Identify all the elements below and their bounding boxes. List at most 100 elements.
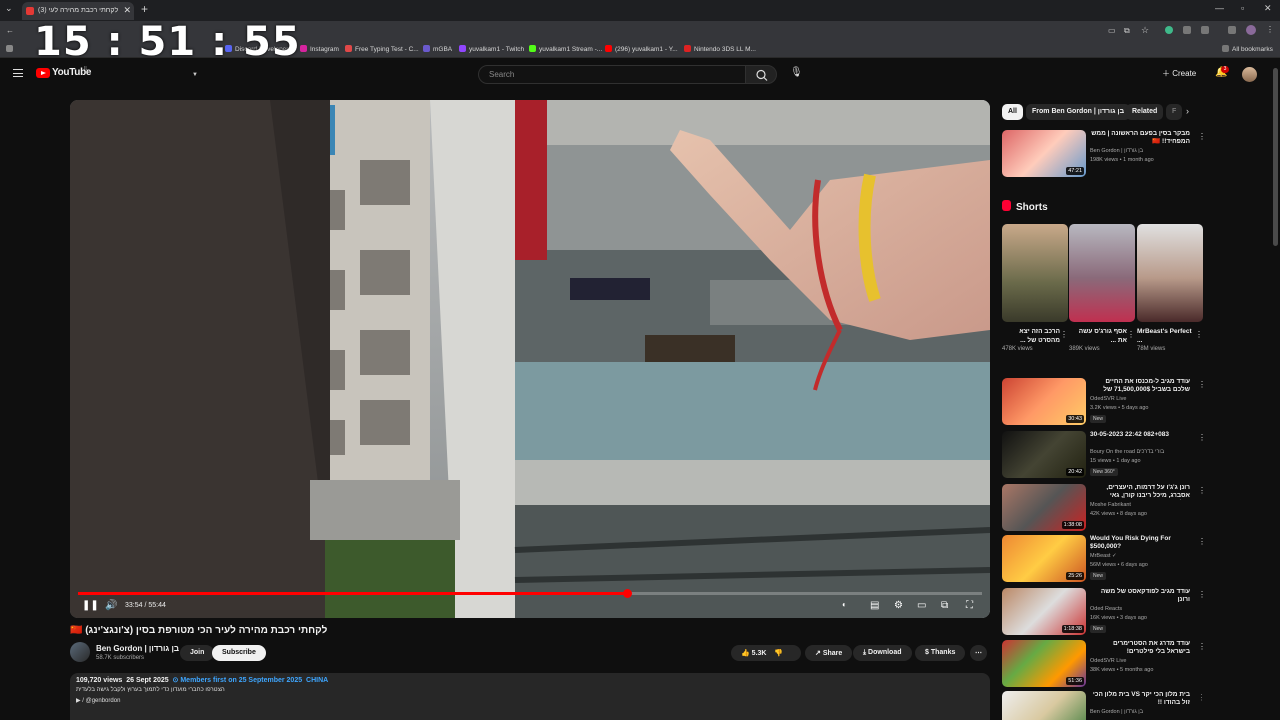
recommended-video[interactable]: בית מלון הכי יקר VS בית מלון הכי זול בהו…	[1002, 691, 1202, 720]
more-options-icon[interactable]: ⋮	[1198, 642, 1206, 651]
profile-avatar[interactable]	[1246, 25, 1256, 35]
extension-icon[interactable]	[1183, 26, 1191, 34]
subtitles-icon[interactable]: ▤	[870, 600, 879, 611]
more-options-icon[interactable]: ⋮	[1198, 590, 1206, 599]
video-thumbnail[interactable]: 1:38:08	[1002, 484, 1086, 531]
bookmark-item[interactable]: yuvalkam1 - Twitch	[459, 45, 524, 53]
bookmark-item[interactable]: (296) yuvalkam1 - Y...	[605, 45, 678, 53]
short-item[interactable]: אסף גורג'ס עשה את ... 389K views ⋮	[1069, 224, 1135, 352]
video-thumbnail[interactable]	[1002, 691, 1086, 720]
description-handle[interactable]: ▶ / @genbordon	[76, 697, 120, 704]
download-button[interactable]: ⤓ Download	[853, 645, 912, 661]
more-options-icon[interactable]: ⋮	[1198, 537, 1206, 546]
description-box[interactable]: 109,720 views 26 Sept 2025 ⊙ Members fir…	[70, 673, 990, 720]
fullscreen-icon[interactable]: ⛶	[966, 600, 973, 611]
bookmark-item[interactable]: yuvalkam1 Stream -...	[529, 45, 602, 53]
shorts-header: Shorts	[1002, 200, 1048, 213]
video-thumbnail[interactable]: 30:43	[1002, 378, 1086, 425]
description-stats: 109,720 views 26 Sept 2025 ⊙ Members fir…	[76, 677, 329, 684]
new-tab-icon[interactable]: +	[141, 2, 148, 16]
chip-from-channel[interactable]: From Ben Gordon | בן גורדון	[1026, 104, 1131, 120]
extensions-puzzle-icon[interactable]	[1201, 26, 1209, 34]
close-tab-icon[interactable]: ✕	[123, 5, 131, 16]
youtube-logo-icon[interactable]	[36, 68, 50, 78]
hashtag-link[interactable]: CHINA	[306, 677, 328, 684]
video-thumbnail[interactable]: 47:21	[1002, 130, 1086, 177]
more-options-icon[interactable]: ⋮	[1195, 330, 1203, 339]
video-thumbnail[interactable]: 25:26	[1002, 535, 1086, 582]
share-button[interactable]: ↗ Share	[805, 645, 853, 661]
dislike-icon[interactable]: 👎	[774, 650, 783, 657]
more-options-icon[interactable]: ⋮	[1198, 486, 1206, 495]
like-icon[interactable]: 👍	[741, 650, 750, 657]
chip-related[interactable]: Related	[1126, 104, 1164, 120]
sidepanel-icon[interactable]	[1228, 26, 1236, 34]
video-title: לקחתי רכבת מהירה לעיר הכי מטורפת בסין (צ…	[70, 625, 328, 636]
search-button[interactable]	[745, 65, 777, 84]
short-thumbnail[interactable]	[1069, 224, 1135, 322]
search-input[interactable]: Search	[478, 65, 746, 84]
bookmark-item[interactable]: Free Typing Test - C...	[345, 45, 419, 53]
autoplay-toggle-icon[interactable]: ◐	[842, 600, 847, 609]
tab-search-icon[interactable]: ⌄	[5, 3, 13, 14]
new-badge: New 360°	[1090, 468, 1118, 476]
extension-icon[interactable]	[1165, 26, 1173, 34]
close-window-icon[interactable]: ✕	[1264, 3, 1272, 14]
browser-menu-icon[interactable]: ⋮	[1266, 25, 1274, 34]
progress-played	[78, 592, 628, 595]
microphone-icon[interactable]: 🎙	[790, 67, 803, 78]
youtube-favicon-icon	[26, 7, 34, 15]
more-actions-icon[interactable]: ⋯	[970, 645, 987, 661]
cast-icon[interactable]: ▭	[1108, 26, 1116, 35]
video-thumbnail[interactable]: 1:18:38	[1002, 588, 1086, 635]
maximize-icon[interactable]: ▫	[1241, 3, 1244, 13]
channel-name[interactable]: Ben Gordon | בן גורדון	[96, 644, 179, 653]
short-item[interactable]: הרכב הזה יצא מהסרט של ... 478K views ⋮	[1002, 224, 1068, 352]
menu-icon[interactable]	[13, 69, 23, 77]
more-options-icon[interactable]: ⋮	[1198, 132, 1206, 141]
subscribe-button[interactable]: Subscribe	[212, 645, 266, 661]
browser-tab-title: (3) לקחתי רכבת מהירה לעי	[38, 7, 119, 14]
translate-icon[interactable]: ⧉	[1124, 26, 1130, 36]
video-thumbnail[interactable]: 51:36	[1002, 640, 1086, 687]
more-options-icon[interactable]: ⋮	[1198, 693, 1202, 702]
account-avatar[interactable]	[1242, 67, 1257, 82]
video-thumbnail[interactable]: 20:42	[1002, 431, 1086, 478]
chip-all[interactable]: All	[1002, 104, 1023, 120]
volume-icon[interactable]: 🔊	[105, 600, 117, 611]
bookmark-item[interactable]: mGBA	[423, 45, 452, 53]
browser-tab[interactable]: (3) לקחתי רכבת מהירה לעי ✕	[22, 2, 134, 20]
back-icon[interactable]: ←	[6, 26, 14, 35]
apps-icon[interactable]	[6, 45, 16, 53]
more-options-icon[interactable]: ⋮	[1198, 380, 1206, 389]
more-options-icon[interactable]: ⋮	[1127, 330, 1135, 339]
video-player[interactable]: ❚❚ 🔊 33:54 / 55:44 ◐ ▤ ⚙ ▭ ⧉ ⛶	[70, 100, 990, 618]
pause-icon[interactable]: ❚❚	[82, 600, 99, 611]
thanks-button[interactable]: $ Thanks	[915, 645, 966, 661]
like-count[interactable]: 5.3K	[752, 650, 767, 657]
bookmark-star-icon[interactable]: ☆	[1141, 25, 1149, 36]
channel-avatar[interactable]	[70, 642, 90, 662]
theater-mode-icon[interactable]: ▭	[917, 600, 926, 611]
cast-icon[interactable]: ⧉	[941, 600, 948, 611]
chevron-right-icon[interactable]: ›	[1186, 106, 1189, 116]
chip-more[interactable]: F	[1166, 104, 1183, 120]
more-options-icon[interactable]: ⋮	[1198, 433, 1206, 442]
browser-tab-bar: ⌄ (3) לקחתי רכבת מהירה לעי ✕ + — ▫ ✕	[0, 0, 1280, 21]
short-item[interactable]: MrBeast's Perfect ... 78M views ⋮	[1137, 224, 1203, 352]
more-options-icon[interactable]: ⋮	[1060, 330, 1068, 339]
dropdown-caret-icon[interactable]: ▼	[192, 72, 198, 78]
page-scrollbar[interactable]	[1273, 68, 1278, 246]
all-bookmarks[interactable]: All bookmarks	[1222, 45, 1273, 53]
short-thumbnail[interactable]	[1137, 224, 1203, 322]
short-thumbnail[interactable]	[1002, 224, 1068, 322]
video-progress-bar[interactable]	[78, 589, 982, 598]
new-badge: New	[1090, 625, 1107, 633]
bookmark-item[interactable]: Instagram	[300, 45, 339, 53]
minimize-icon[interactable]: —	[1215, 3, 1224, 13]
settings-gear-icon[interactable]: ⚙	[894, 600, 903, 611]
video-frame	[70, 100, 990, 618]
create-button[interactable]: ＋ Create	[1162, 68, 1196, 79]
bookmark-item[interactable]: Nintendo 3DS LL M...	[684, 45, 756, 53]
join-button[interactable]: Join	[180, 645, 215, 661]
